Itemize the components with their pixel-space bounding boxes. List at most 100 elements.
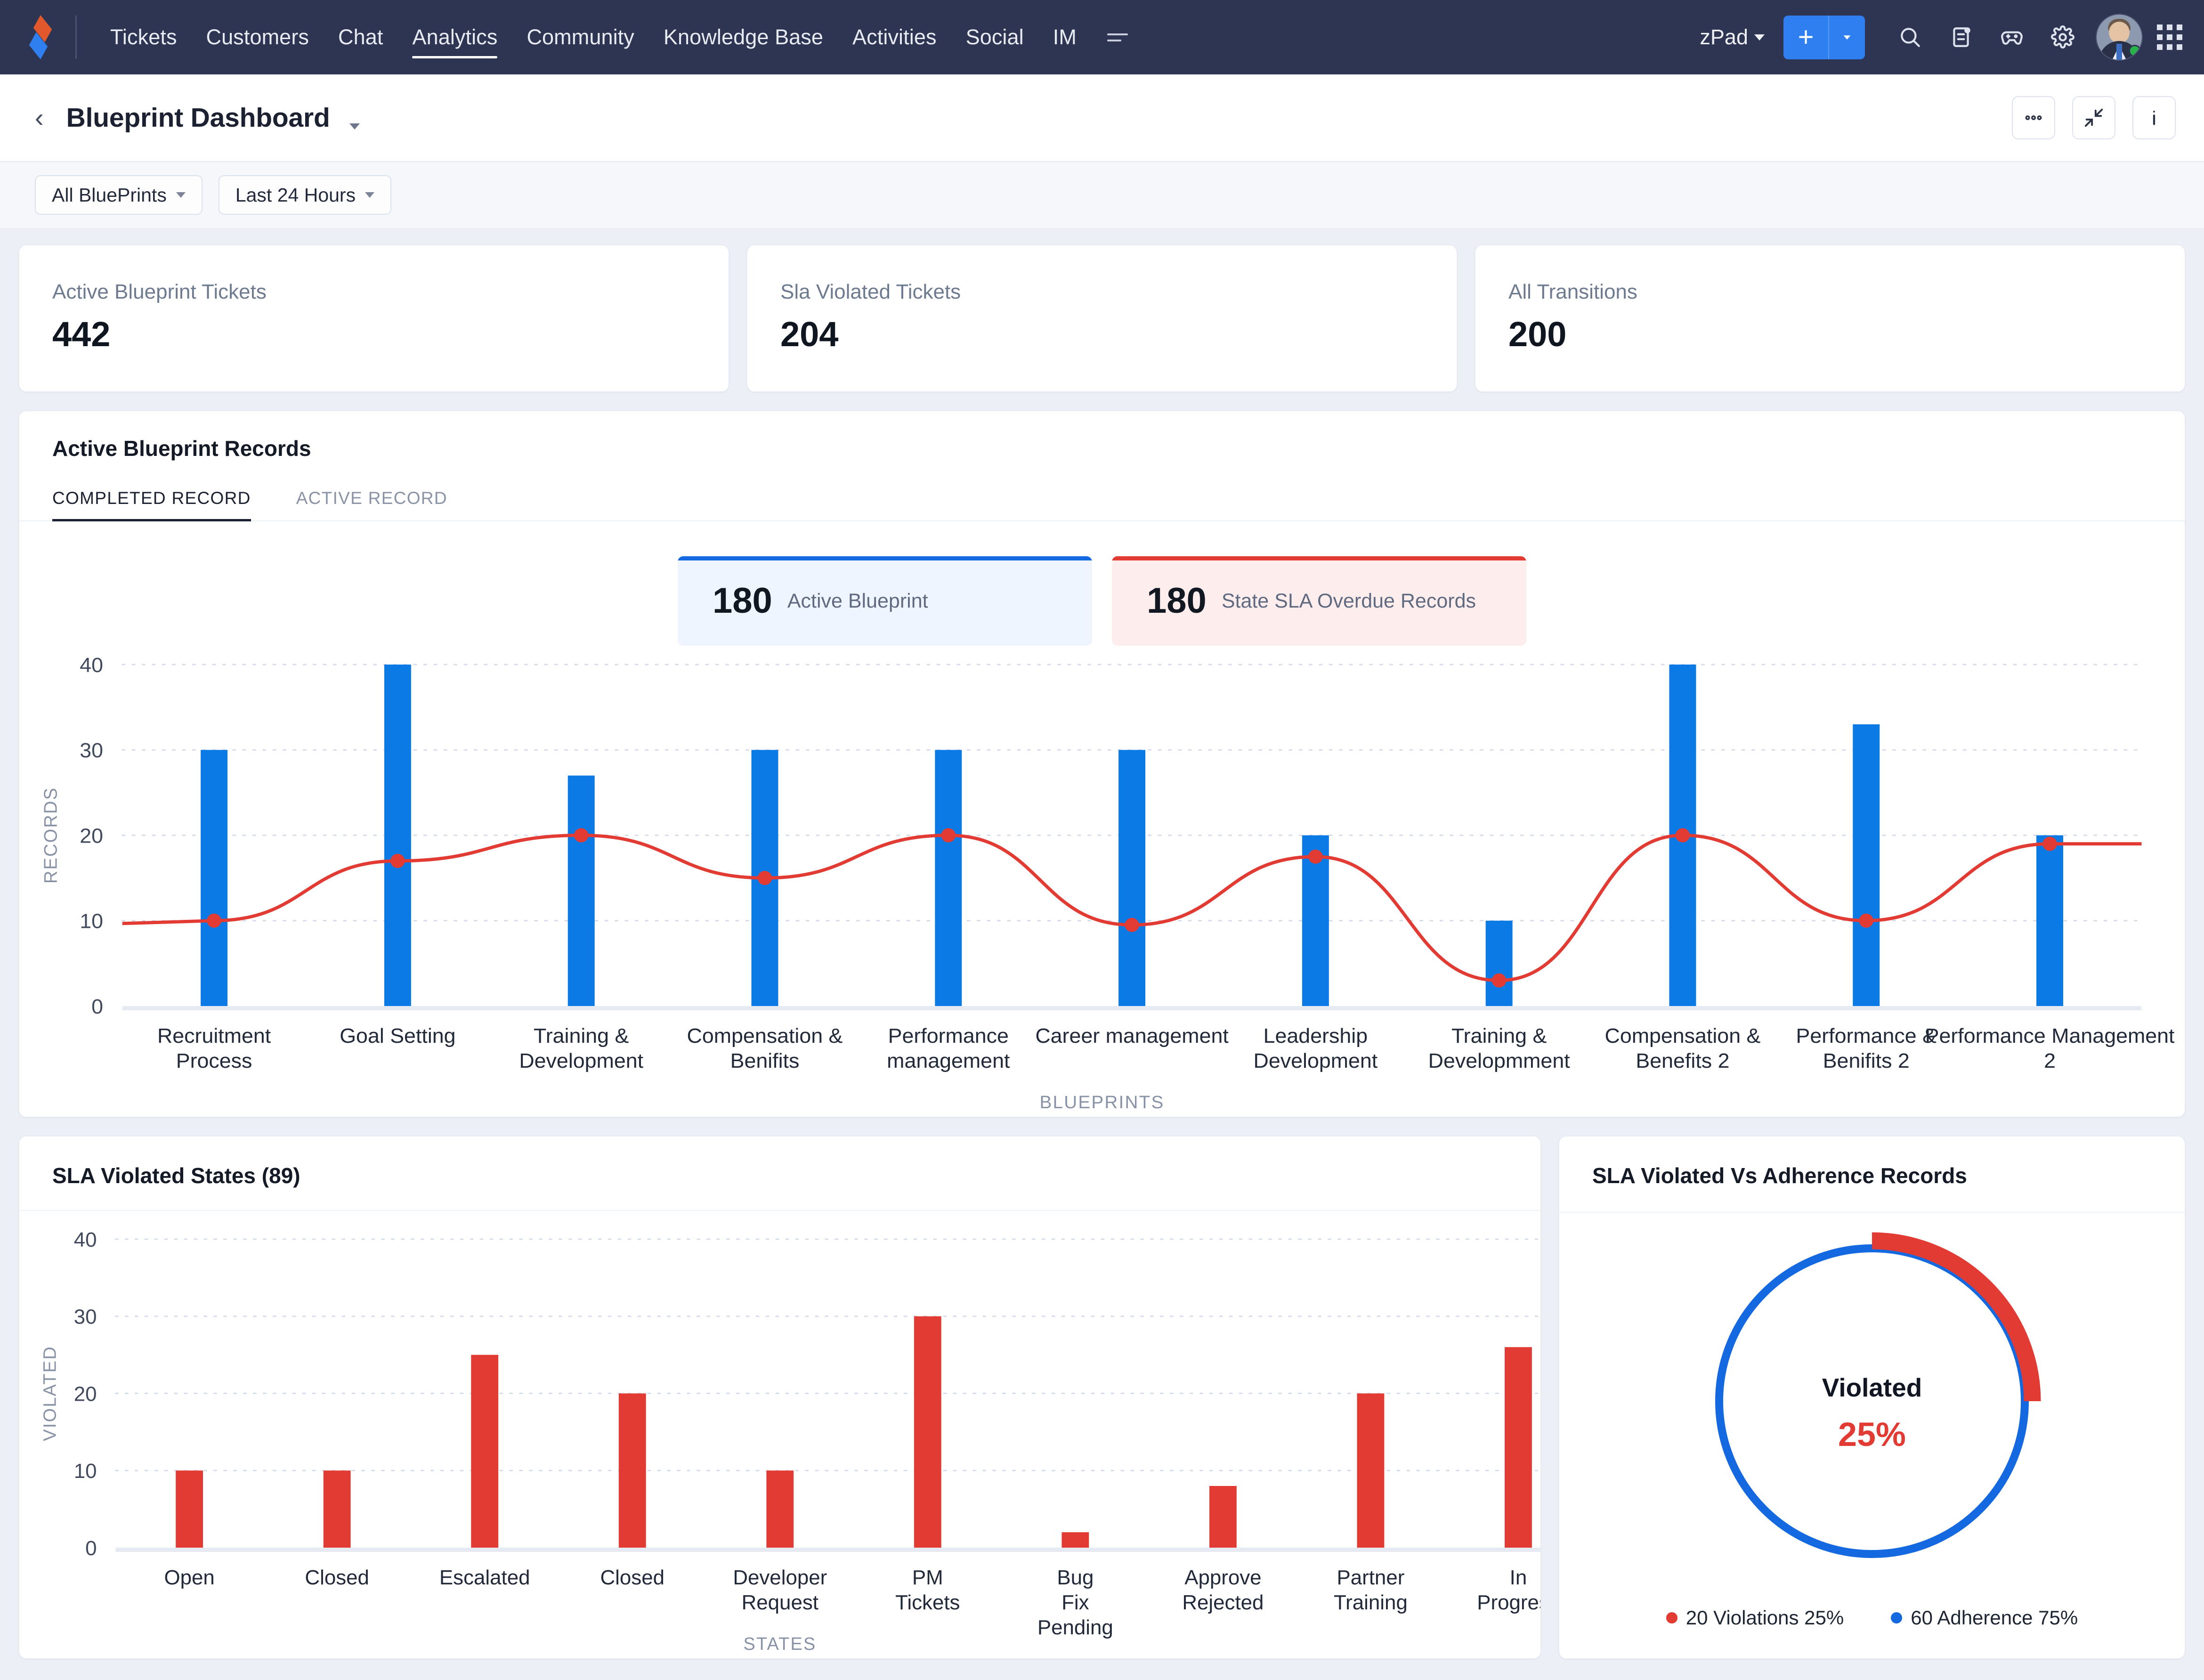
svg-text:30: 30 [80, 739, 103, 763]
app-logo-icon[interactable] [19, 14, 62, 61]
kpi-card-all-transitions[interactable]: All Transitions 200 [1475, 245, 2185, 392]
svg-text:VIOLATED: VIOLATED [41, 1346, 60, 1441]
svg-text:40: 40 [80, 654, 103, 677]
avatar[interactable] [2096, 14, 2143, 61]
filter-time-range[interactable]: Last 24 Hours [218, 175, 392, 215]
add-dropdown-button[interactable] [1829, 15, 1865, 59]
info-button[interactable] [2132, 96, 2176, 139]
add-button-group[interactable]: + [1783, 15, 1865, 59]
svg-text:PM: PM [912, 1566, 943, 1589]
svg-text:Leadership: Leadership [1264, 1024, 1368, 1047]
sla-violated-states-chart[interactable]: 0 10 20 30 40 Open Closed Escalated Closed Develo… [19, 1211, 1540, 1658]
svg-text:Partner: Partner [1337, 1566, 1405, 1589]
legend-item-violations[interactable]: 20 Violations 25% [1666, 1607, 1844, 1629]
top-navigation-bar: Tickets Customers Chat Analytics Communi… [0, 0, 2204, 74]
sla-panel-header: SLA Violated States (89) [19, 1136, 1540, 1211]
svg-text:Escalated: Escalated [439, 1566, 530, 1589]
badge-label: State SLA Overdue Records [1221, 589, 1476, 612]
chevron-down-icon [176, 192, 186, 198]
more-options-button[interactable] [2012, 96, 2055, 139]
bottom-row: SLA Violated States (89) 0 10 20 30 40 Open Cl… [19, 1136, 2185, 1659]
nav-link-social[interactable]: Social [951, 0, 1038, 74]
svg-text:Benifits: Benifits [730, 1049, 800, 1072]
page-header: ‹ Blueprint Dashboard [0, 74, 2204, 162]
nav-link-analytics[interactable]: Analytics [397, 0, 512, 74]
kpi-value: 200 [1508, 315, 1567, 354]
kpi-card-active-blueprint-tickets[interactable]: Active Blueprint Tickets 442 [19, 245, 729, 392]
kpi-label: Active Blueprint Tickets [52, 280, 267, 303]
svg-text:Process: Process [176, 1049, 252, 1072]
legend-label-violations: 20 Violations 25% [1685, 1607, 1844, 1629]
svg-text:management: management [887, 1049, 1010, 1072]
legend-item-adherence[interactable]: 60 Adherence 75% [1891, 1607, 2078, 1629]
svg-text:Fix: Fix [1061, 1591, 1089, 1614]
svg-text:25%: 25% [1838, 1416, 1906, 1453]
tab-completed-record[interactable]: COMPLETED RECORD [52, 488, 251, 521]
kpi-card-row: Active Blueprint Tickets 442 Sla Violate… [19, 245, 2185, 392]
sla-violated-vs-adherence-panel: SLA Violated Vs Adherence Records Violat… [1559, 1136, 2185, 1659]
sla-panel-title: SLA Violated States (89) [52, 1163, 300, 1188]
filter-all-blueprints[interactable]: All BluePrints [35, 175, 203, 215]
panel-title: Active Blueprint Records [52, 436, 311, 461]
zpad-dropdown[interactable]: zPad [1700, 25, 1765, 49]
svg-text:Closed: Closed [600, 1566, 664, 1589]
sla-violated-states-panel: SLA Violated States (89) 0 10 20 30 40 Open Cl… [19, 1136, 1541, 1659]
sla-violated-vs-adherence-donut[interactable]: Violated 25% [1559, 1213, 2185, 1604]
tab-active-record[interactable]: ACTIVE RECORD [296, 488, 447, 520]
search-icon[interactable] [1885, 14, 1936, 61]
kpi-card-sla-violated-tickets[interactable]: Sla Violated Tickets 204 [747, 245, 1457, 392]
svg-text:Rejected: Rejected [1182, 1591, 1264, 1614]
status-badge [2129, 45, 2141, 57]
svg-text:Development: Development [519, 1049, 643, 1072]
nav-link-im[interactable]: IM [1038, 0, 1091, 74]
donut-panel-title: SLA Violated Vs Adherence Records [1559, 1136, 2185, 1213]
svg-text:In: In [1510, 1566, 1527, 1589]
collapse-button[interactable] [2072, 96, 2115, 139]
donut-legend: 20 Violations 25% 60 Adherence 75% [1559, 1607, 2185, 1656]
nav-link-knowledge-base[interactable]: Knowledge Base [649, 0, 838, 74]
legend-label-adherence: 60 Adherence 75% [1911, 1607, 2078, 1629]
apps-grid-icon[interactable] [2157, 24, 2182, 50]
add-button[interactable]: + [1783, 15, 1828, 59]
badge-label: Active Blueprint [787, 589, 928, 612]
svg-text:RECORDS: RECORDS [41, 787, 61, 884]
badge-state-sla-overdue[interactable]: 180 State SLA Overdue Records [1112, 556, 1526, 646]
badge-active-blueprint[interactable]: 180 Active Blueprint [678, 556, 1092, 646]
nav-right-cluster: zPad + [1700, 14, 2182, 61]
game-controller-icon[interactable] [1986, 14, 2037, 61]
nav-links: Tickets Customers Chat Analytics Communi… [96, 0, 1144, 74]
nav-link-chat[interactable]: Chat [324, 0, 397, 74]
chevron-down-icon [365, 192, 375, 198]
svg-text:10: 10 [80, 910, 103, 933]
svg-text:20: 20 [74, 1382, 97, 1405]
kpi-label: Sla Violated Tickets [780, 280, 961, 303]
svg-text:BLUEPRINTS: BLUEPRINTS [1039, 1092, 1164, 1112]
nav-divider [75, 16, 77, 59]
gear-icon[interactable] [2037, 14, 2088, 61]
panel-header: Active Blueprint Records [19, 411, 2185, 461]
zpad-label: zPad [1700, 25, 1748, 49]
nav-link-customers[interactable]: Customers [192, 0, 324, 74]
svg-text:Approve: Approve [1184, 1566, 1261, 1589]
svg-text:0: 0 [85, 1537, 97, 1560]
nav-link-activities[interactable]: Activities [838, 0, 951, 74]
chevron-down-icon[interactable] [349, 123, 360, 130]
svg-text:40: 40 [74, 1228, 97, 1251]
svg-text:Recruitment: Recruitment [157, 1024, 271, 1047]
chevron-down-icon [1754, 34, 1765, 41]
svg-text:0: 0 [91, 995, 103, 1018]
active-blueprint-records-panel: Active Blueprint Records COMPLETED RECOR… [19, 411, 2185, 1117]
svg-text:Performance &: Performance & [1796, 1024, 1937, 1047]
nav-link-community[interactable]: Community [512, 0, 648, 74]
nav-link-tickets[interactable]: Tickets [96, 0, 192, 74]
back-chevron-icon[interactable]: ‹ [35, 105, 44, 131]
svg-text:10: 10 [74, 1460, 97, 1483]
svg-text:Open: Open [164, 1566, 214, 1589]
blueprint-records-chart[interactable]: 0 10 20 30 40 Recruitment Process Goal Setting T… [19, 646, 2185, 1117]
svg-text:Compensation &: Compensation & [687, 1024, 843, 1047]
svg-text:Request: Request [742, 1591, 818, 1614]
svg-text:30: 30 [74, 1306, 97, 1329]
svg-text:Compensation &: Compensation & [1605, 1024, 1761, 1047]
notes-icon[interactable] [1936, 14, 1986, 61]
more-menu-icon[interactable] [1091, 33, 1144, 41]
